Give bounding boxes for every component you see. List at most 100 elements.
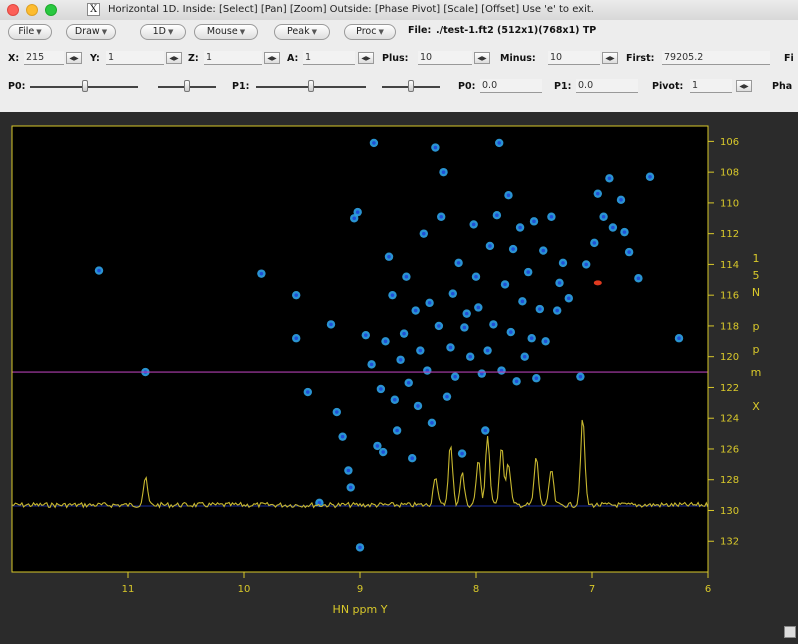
proc-menu-button[interactable]: Proc ▼ [344,24,396,40]
x-spinner[interactable]: ◀▶ [66,52,82,64]
peak-core [335,410,339,414]
plus-field[interactable]: 10 [418,51,472,65]
peak-core [619,198,623,202]
peak-core [413,308,418,313]
peak-core [437,324,441,328]
p1-coarse-slider-thumb[interactable] [308,80,314,92]
mouse-menu-button[interactable]: Mouse ▼ [194,24,258,40]
file-menu-button[interactable]: File ▼ [8,24,52,40]
peak-core [398,357,403,362]
peak-core [648,174,652,179]
peak-core [346,468,351,473]
minimize-window-button[interactable] [26,4,38,16]
peak-core [456,261,461,265]
1d-menu-label: 1D [152,26,166,37]
peak-layer [11,126,709,572]
peak-menu-button[interactable]: Peak ▼ [274,24,330,40]
y-tick-label: 108 [720,168,739,179]
peak-core [511,247,515,251]
x-tick-label: 7 [589,584,595,595]
spectrum-panel: 11 10 9 8 7 6 HN ppm Y 106 108 110 112 114 116 118 120… [0,112,798,640]
peak-core [471,222,476,227]
y-axis-label-char: p [753,343,760,356]
peak-core [476,305,481,310]
peak-core [497,141,502,145]
peak-core [294,336,299,341]
peak-core [468,354,473,359]
peak-core [561,261,565,265]
z-spinner[interactable]: ◀▶ [264,52,280,64]
minus-field[interactable]: 10 [548,51,600,65]
pivot-field[interactable]: 1 [690,79,732,93]
peak-core [485,348,490,353]
p0-fine-slider-thumb[interactable] [184,80,190,92]
z-field[interactable]: 1 [204,51,262,65]
a-spinner[interactable]: ◀▶ [358,52,374,64]
peak-core [460,451,464,456]
peak-core [601,214,606,219]
y-spinner[interactable]: ◀▶ [166,52,182,64]
peak-core [622,230,627,234]
proc-menu-label: Proc [356,26,377,37]
peak-core [402,331,406,336]
a-field[interactable]: 1 [303,51,355,65]
peak-core [294,293,299,297]
zoom-window-button[interactable] [45,4,57,16]
peak-core [364,333,368,337]
y-tick-label: 128 [720,475,739,486]
close-window-button[interactable] [7,4,19,16]
peak-core [439,214,444,219]
peak-core [462,325,467,330]
y-tick-label: 124 [720,414,739,425]
peak-core [543,339,548,344]
negative-peak [593,280,602,286]
peak-core [427,301,432,305]
x-tick-label: 11 [122,584,135,595]
y-tick-label: 120 [720,352,739,363]
x-field[interactable]: 215 [24,51,64,65]
peak-core [474,274,478,279]
y-tick-label: 116 [720,291,739,302]
p0-value-field[interactable]: 0.0 [480,79,542,93]
p1-value-field[interactable]: 0.0 [576,79,638,93]
peak-core [317,500,322,505]
x-tick-label: 8 [473,584,479,595]
resize-grip-icon[interactable] [784,626,796,638]
y-tick-label: 112 [720,229,739,240]
peak-core [369,362,374,367]
peak-core [329,322,333,327]
y-field[interactable]: 1 [106,51,164,65]
chevron-down-icon: ▼ [378,28,384,36]
minus-spinner[interactable]: ◀▶ [602,52,618,64]
peak-core [534,376,539,381]
peak-core [677,336,681,341]
peak-core [529,336,534,341]
peak-core [557,281,562,285]
x-tick-label: 10 [238,584,251,595]
draw-menu-button[interactable]: Draw ▼ [66,24,116,40]
peak-core [541,248,546,253]
window-title: Horizontal 1D. Inside: [Select] [Pan] [Z… [108,4,594,15]
peak-core [445,394,449,399]
peak-core [503,282,507,287]
p0-value-label: P0: [458,81,476,92]
pivot-spinner[interactable]: ◀▶ [736,80,752,92]
p1-fine-slider-thumb[interactable] [408,80,414,92]
y-tick-label: 114 [720,260,739,271]
y-label: Y: [90,53,100,64]
p0-coarse-slider-thumb[interactable] [82,80,88,92]
y-tick-label: 126 [720,444,739,455]
file-label: File: [408,25,432,36]
peak-core [592,241,597,245]
y-tick-label: 130 [720,506,739,517]
first-field[interactable]: 79205.2 [662,51,770,65]
peak-core [422,231,426,236]
plus-spinner[interactable]: ◀▶ [474,52,490,64]
1d-menu-button[interactable]: 1D ▼ [140,24,186,40]
x-tick-label: 9 [357,584,363,595]
peak-core [352,216,357,221]
y-tick-label: 106 [720,137,739,148]
control-panel: File ▼ Draw ▼ 1D ▼ Mouse ▼ Peak ▼ Proc ▼ File:… [0,20,798,112]
peak-core [567,296,571,301]
hsqc-spectrum-plot[interactable]: 11 10 9 8 7 6 HN ppm Y 106 108 110 112 114 116 118 120… [0,112,798,640]
